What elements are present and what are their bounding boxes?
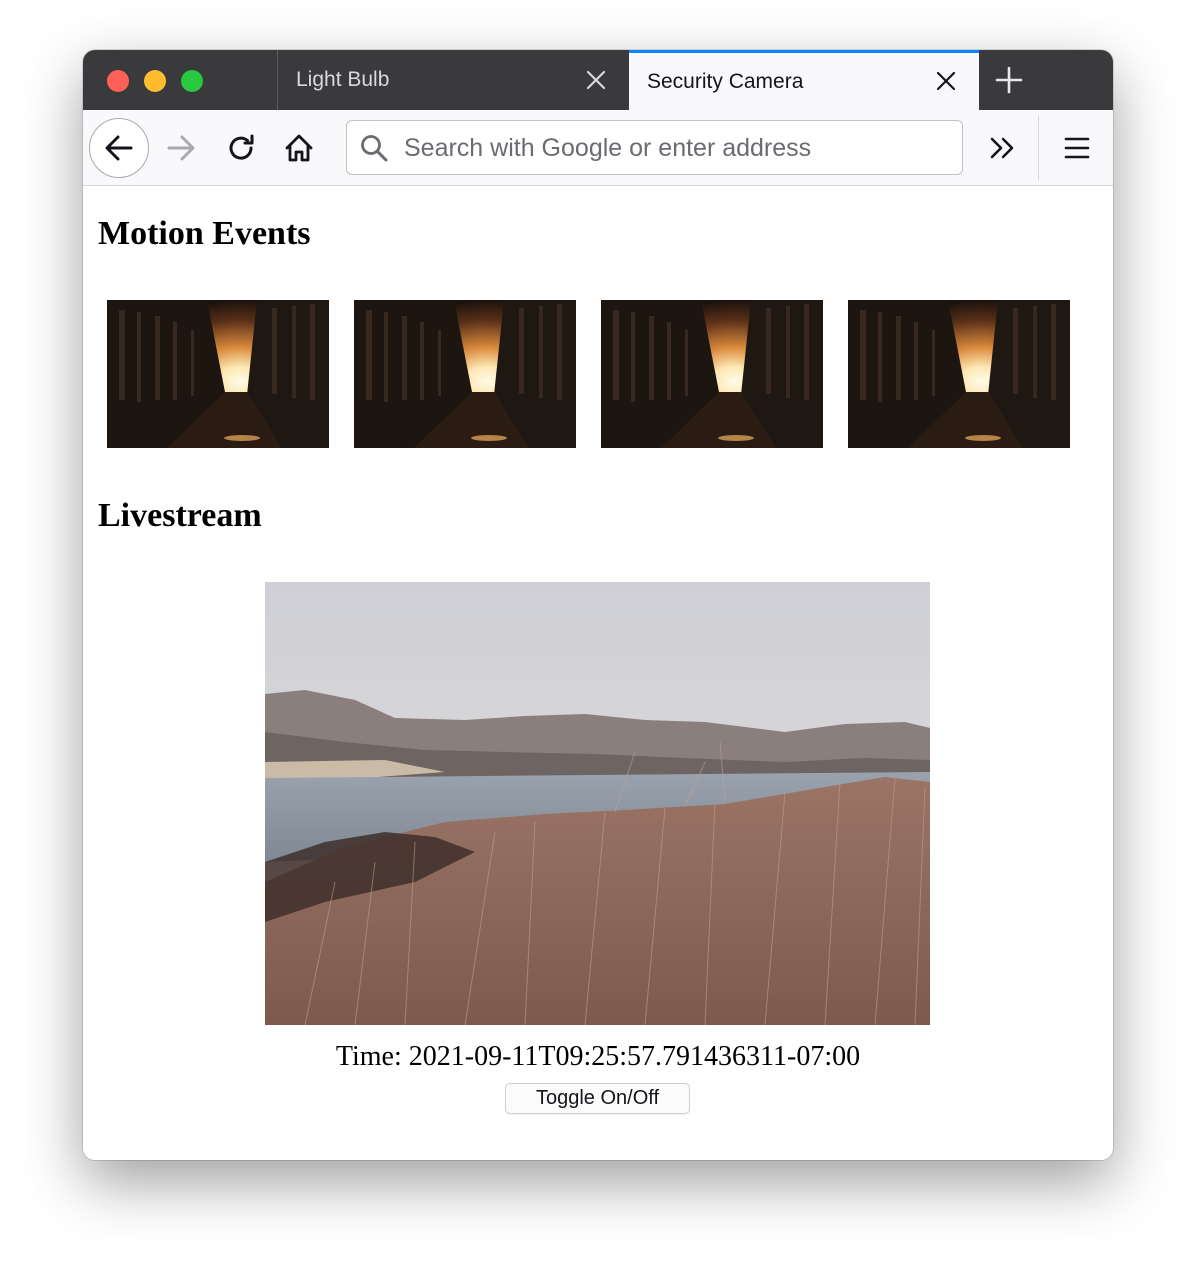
motion-event-thumbnail[interactable] [354, 300, 576, 448]
plus-icon [995, 66, 1023, 94]
browser-window: Light Bulb Security Camera Search with G… [83, 50, 1113, 1160]
motion-events-heading: Motion Events [98, 215, 311, 252]
forward-arrow-icon [167, 135, 195, 161]
back-button[interactable] [89, 118, 149, 178]
page-content: Motion Events Livestream Time: 2021-09-1… [83, 186, 1113, 1160]
home-button[interactable] [269, 118, 329, 178]
tab-light-bulb[interactable]: Light Bulb [277, 50, 629, 110]
app-menu-button[interactable] [1047, 118, 1107, 178]
motion-event-thumbnail[interactable] [107, 300, 329, 448]
motion-event-thumbnail[interactable] [601, 300, 823, 448]
close-icon[interactable] [935, 70, 957, 92]
back-arrow-icon [105, 135, 133, 161]
navigation-toolbar: Search with Google or enter address [83, 110, 1113, 186]
tab-security-camera[interactable]: Security Camera [629, 50, 979, 110]
toolbar-separator [1038, 116, 1039, 180]
tab-label: Light Bulb [296, 68, 390, 91]
home-icon [285, 134, 313, 162]
minimize-window-button[interactable] [144, 70, 166, 92]
overflow-menu-button[interactable] [973, 118, 1033, 178]
timestamp-text: Time: 2021-09-11T09:25:57.791436311-07:0… [335, 1041, 861, 1072]
livestream-image [265, 582, 930, 1025]
tab-label: Security Camera [647, 69, 804, 93]
toggle-on-off-button[interactable]: Toggle On/Off [505, 1083, 690, 1114]
chevron-double-right-icon [990, 137, 1014, 159]
close-icon[interactable] [585, 69, 607, 91]
tab-strip: Light Bulb Security Camera [83, 50, 1113, 110]
zoom-window-button[interactable] [181, 70, 203, 92]
reload-icon [229, 134, 254, 160]
search-icon [361, 135, 388, 162]
livestream-heading: Livestream [98, 497, 262, 534]
url-bar[interactable]: Search with Google or enter address [346, 120, 963, 175]
forward-button[interactable] [151, 118, 211, 178]
url-bar-placeholder: Search with Google or enter address [404, 134, 812, 162]
motion-event-thumbnail[interactable] [848, 300, 1070, 448]
reload-button[interactable] [211, 118, 271, 178]
hamburger-menu-icon [1064, 137, 1090, 159]
new-tab-button[interactable] [987, 62, 1031, 98]
close-window-button[interactable] [107, 70, 129, 92]
